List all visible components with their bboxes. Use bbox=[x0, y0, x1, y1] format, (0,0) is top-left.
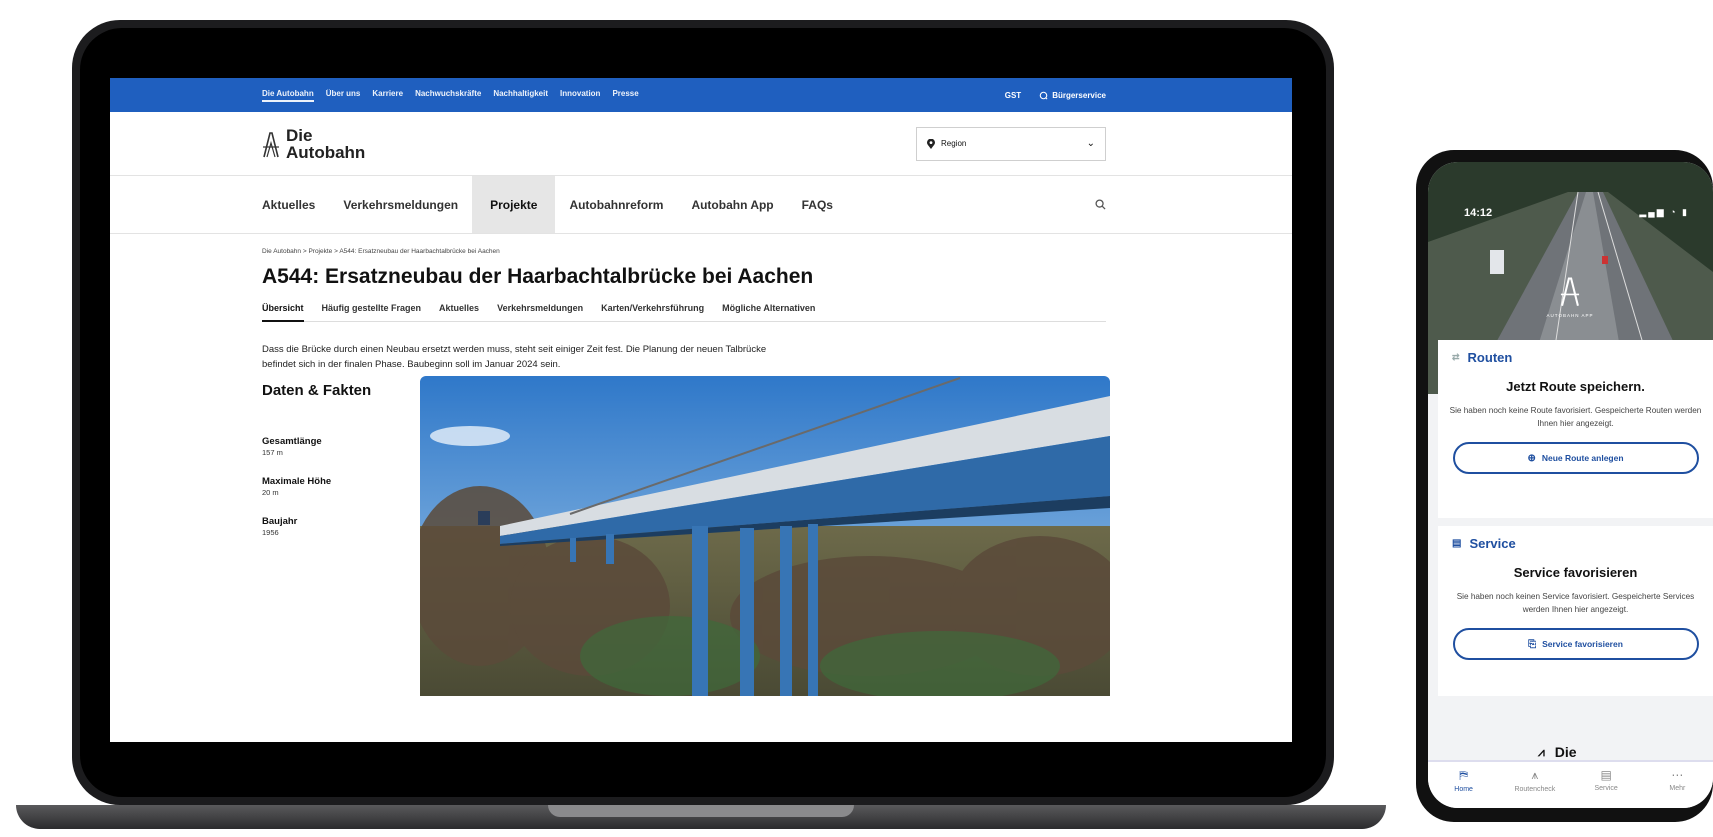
subtab-aktuelles[interactable]: Aktuelles bbox=[439, 303, 479, 313]
tab-home[interactable]: ⛿ Home bbox=[1434, 768, 1494, 793]
status-indicators: ▂▄▆ ◔ ▮ bbox=[1639, 207, 1689, 217]
nav-verkehrsmeldungen[interactable]: Verkehrsmeldungen bbox=[329, 176, 472, 233]
site-logo[interactable]: Die Autobahn bbox=[262, 127, 365, 161]
tab-service[interactable]: ▤ Service bbox=[1576, 768, 1636, 792]
tab-mehr[interactable]: ⋯ Mehr bbox=[1647, 768, 1707, 792]
app-footer-logo: ⩘ Die bbox=[1538, 744, 1577, 760]
main-navigation: Aktuelles Verkehrsmeldungen Projekte Aut… bbox=[110, 176, 1292, 234]
service-section-title: ▤ Service bbox=[1438, 526, 1713, 551]
chevron-down-icon: ⌄ bbox=[1086, 138, 1095, 149]
routes-section-label: Routen bbox=[1467, 350, 1513, 365]
service-card: ▤ Service Service favorisieren Sie haben… bbox=[1438, 526, 1713, 696]
laptop-screen: Die Autobahn Über uns Karriere Nachwuchs… bbox=[110, 78, 1292, 742]
subtab-karten[interactable]: Karten/Verkehrsführung bbox=[601, 303, 704, 313]
tab-mehr-label: Mehr bbox=[1669, 785, 1686, 792]
location-pin-icon bbox=[927, 138, 935, 149]
fact-value: 157 m bbox=[262, 448, 283, 457]
tab-service-label: Service bbox=[1594, 785, 1618, 792]
routes-section-title: ⇄ Routen bbox=[1438, 340, 1713, 365]
phone-screen: 14:12 ▂▄▆ ◔ ▮ AUTOBAHN APP ⇄ Routen Jetz… bbox=[1428, 162, 1713, 808]
chat-bubble-icon bbox=[1039, 91, 1048, 99]
subtab-verkehrsmeldungen[interactable]: Verkehrsmeldungen bbox=[497, 303, 583, 313]
fact-label: Baujahr bbox=[262, 516, 298, 527]
service-icon: ▤ bbox=[1452, 538, 1462, 549]
buergerservice-link[interactable]: Bürgerservice bbox=[1039, 91, 1106, 100]
fact-value: 1956 bbox=[262, 528, 279, 537]
bridge-photo bbox=[420, 376, 1110, 696]
tab-routencheck-label: Routencheck bbox=[1514, 786, 1556, 793]
routes-card: ⇄ Routen Jetzt Route speichern. Sie habe… bbox=[1438, 340, 1713, 518]
site-header: Die Autobahn Region ⌄ bbox=[110, 112, 1292, 176]
top-link-innovation[interactable]: Innovation bbox=[560, 89, 600, 102]
document-icon: ▤ bbox=[1600, 768, 1612, 782]
top-link-nachhaltigkeit[interactable]: Nachhaltigkeit bbox=[493, 89, 548, 102]
new-route-label: Neue Route anlegen bbox=[1541, 453, 1624, 463]
nav-autobahnreform[interactable]: Autobahnreform bbox=[555, 176, 677, 233]
fact-value: 20 m bbox=[262, 488, 279, 497]
page-title: A544: Ersatzneubau der Haarbachtalbrücke… bbox=[262, 265, 814, 288]
plus-circle-icon: ⊕ bbox=[1527, 452, 1536, 464]
subtab-alternativen[interactable]: Mögliche Alternativen bbox=[722, 303, 815, 313]
laptop-hinge-notch bbox=[548, 805, 854, 817]
facts-title: Daten & Fakten bbox=[262, 382, 372, 399]
nav-autobahn-app[interactable]: Autobahn App bbox=[677, 176, 787, 233]
service-heading: Service favorisieren bbox=[1513, 565, 1638, 580]
app-logo: AUTOBAHN APP bbox=[1540, 274, 1600, 318]
top-link-die-autobahn[interactable]: Die Autobahn bbox=[262, 89, 314, 102]
fact-label: Gesamtlänge bbox=[262, 436, 322, 447]
fact-maximale-hoehe: Maximale Höhe 20 m bbox=[262, 476, 331, 497]
region-select[interactable]: Region ⌄ bbox=[916, 126, 1106, 161]
region-label: Region bbox=[941, 139, 967, 148]
top-bar-right: GST Bürgerservice bbox=[1005, 91, 1106, 100]
bookmark-icon: ⎘ bbox=[1528, 638, 1537, 650]
routes-description: Sie haben noch keine Route favorisiert. … bbox=[1449, 406, 1702, 428]
app-tab-bar: ⛿ Home ⩚ Routencheck ▤ Service ⋯ Mehr bbox=[1428, 760, 1713, 808]
top-utility-bar: Die Autobahn Über uns Karriere Nachwuchs… bbox=[110, 78, 1292, 112]
routes-heading: Jetzt Route speichern. bbox=[1506, 379, 1645, 394]
subtab-uebersicht[interactable]: Übersicht bbox=[262, 303, 304, 322]
more-icon: ⋯ bbox=[1671, 768, 1684, 782]
app-logo-text: AUTOBAHN APP bbox=[1546, 313, 1594, 318]
route-icon: ⇄ bbox=[1452, 352, 1460, 362]
status-time: 14:12 bbox=[1464, 207, 1493, 219]
nav-faqs[interactable]: FAQs bbox=[788, 176, 847, 233]
top-link-nachwuchskraefte[interactable]: Nachwuchskräfte bbox=[415, 89, 481, 102]
new-route-button[interactable]: ⊕ Neue Route anlegen bbox=[1452, 442, 1699, 474]
footer-logo-icon: ⩘ bbox=[1538, 744, 1545, 759]
top-link-ueber-uns[interactable]: Über uns bbox=[326, 89, 361, 102]
fact-gesamtlaenge: Gesamtlänge 157 m bbox=[262, 436, 322, 457]
road-icon: ⩚ bbox=[1531, 768, 1539, 782]
logo-line-2: Autobahn bbox=[286, 142, 366, 162]
logo-text: Die Autobahn bbox=[286, 127, 365, 161]
autobahn-app-logo-icon bbox=[1560, 277, 1580, 306]
logo-line-1: Die bbox=[286, 125, 313, 145]
fact-baujahr: Baujahr 1956 bbox=[262, 516, 297, 537]
facts-section: Daten & Fakten Gesamtlänge 157 m Maximal… bbox=[110, 376, 1292, 696]
map-icon: ⛿ bbox=[1459, 768, 1468, 782]
service-description: Sie haben noch keinen Service favorisier… bbox=[1456, 592, 1695, 614]
top-link-presse[interactable]: Presse bbox=[612, 89, 638, 102]
nav-aktuelles[interactable]: Aktuelles bbox=[262, 176, 329, 233]
autobahn-logo-icon bbox=[263, 131, 279, 157]
project-subtabs: Übersicht Häufig gestellte Fragen Aktuel… bbox=[262, 303, 1106, 322]
device-mockup-stage: Die Autobahn Über uns Karriere Nachwuchs… bbox=[0, 0, 1713, 837]
subtab-faq[interactable]: Häufig gestellte Fragen bbox=[322, 303, 422, 313]
top-link-karriere[interactable]: Karriere bbox=[372, 89, 403, 102]
service-section-label: Service bbox=[1469, 536, 1516, 551]
footer-logo-text: Die bbox=[1554, 744, 1577, 760]
favorite-service-button[interactable]: ⎘ Service favorisieren bbox=[1452, 628, 1699, 660]
buergerservice-label: Bürgerservice bbox=[1052, 90, 1106, 100]
favorite-service-label: Service favorisieren bbox=[1542, 639, 1623, 649]
fact-label: Maximale Höhe bbox=[262, 476, 332, 487]
tab-home-label: Home bbox=[1454, 786, 1473, 793]
gst-link[interactable]: GST bbox=[1005, 91, 1021, 100]
search-icon[interactable] bbox=[1095, 199, 1106, 210]
nav-projekte[interactable]: Projekte bbox=[472, 176, 556, 233]
intro-paragraph: Dass die Brücke durch einen Neubau erset… bbox=[262, 344, 767, 370]
breadcrumb[interactable]: Die Autobahn > Projekte > A544: Ersatzne… bbox=[262, 248, 1292, 255]
tab-routencheck[interactable]: ⩚ Routencheck bbox=[1505, 768, 1565, 793]
top-links: Die Autobahn Über uns Karriere Nachwuchs… bbox=[262, 89, 639, 102]
main-nav-items: Aktuelles Verkehrsmeldungen Projekte Aut… bbox=[262, 176, 847, 233]
